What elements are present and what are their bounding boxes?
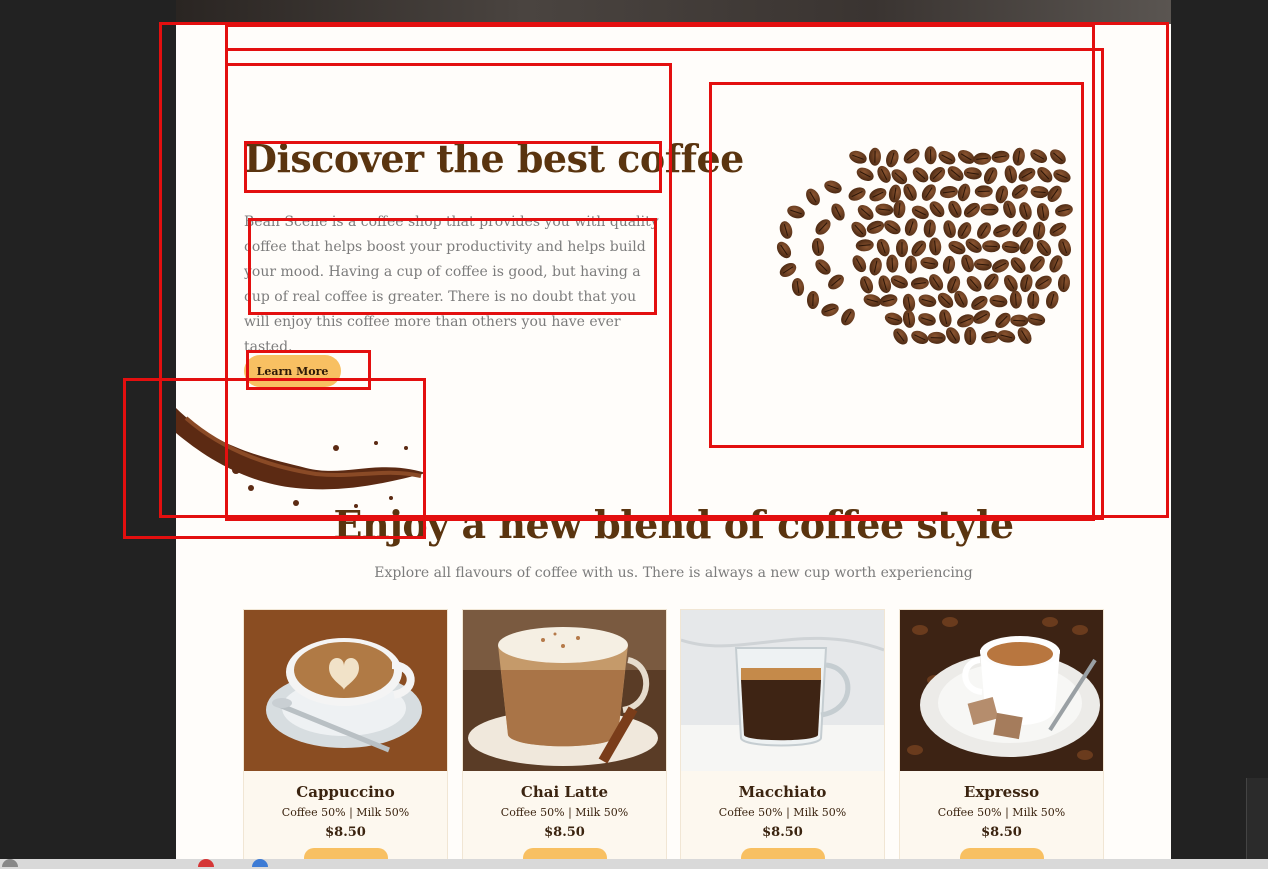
coffee-beans-cup-image <box>776 146 1073 346</box>
order-button[interactable] <box>522 848 607 859</box>
order-button[interactable] <box>303 848 388 859</box>
product-description: Coffee 50% | Milk 50% <box>718 806 847 819</box>
product-name: Macchiato <box>738 783 827 801</box>
product-description: Coffee 50% | Milk 50% <box>281 806 410 819</box>
side-widget-panel[interactable] <box>1246 778 1268 860</box>
coffee-splash-image <box>176 408 426 508</box>
cappuccino-image <box>244 610 447 771</box>
product-card[interactable]: Expresso Coffee 50% | Milk 50% $8.50 <box>899 609 1104 859</box>
background-photo-strip <box>176 0 1171 24</box>
product-price: $8.50 <box>325 825 366 840</box>
product-name: Cappuccino <box>296 783 395 801</box>
taskbar <box>0 859 1268 869</box>
expresso-image <box>900 610 1103 771</box>
product-card[interactable]: Macchiato Coffee 50% | Milk 50% $8.50 <box>680 609 885 859</box>
learn-more-button[interactable]: Learn More <box>244 355 341 387</box>
hero-description: Bean Scene is a coffee shop that provide… <box>244 214 659 355</box>
taskbar-app-icon[interactable] <box>2 859 18 867</box>
coffee-landing-page: Discover the best coffee Bean Scene is a… <box>176 24 1171 859</box>
macchiato-image <box>681 610 884 771</box>
hero-title: Discover the best coffee <box>244 136 744 181</box>
order-button[interactable] <box>959 848 1044 859</box>
product-price: $8.50 <box>762 825 803 840</box>
product-price: $8.50 <box>544 825 585 840</box>
section-subtitle: Explore all flavours of coffee with us. … <box>374 565 973 581</box>
product-description: Coffee 50% | Milk 50% <box>500 806 629 819</box>
product-name: Chai Latte <box>520 783 609 801</box>
product-description: Coffee 50% | Milk 50% <box>937 806 1066 819</box>
product-name: Expresso <box>963 783 1040 801</box>
taskbar-app-icon[interactable] <box>198 859 214 867</box>
chai-latte-image <box>463 610 666 771</box>
taskbar-app-icon[interactable] <box>252 859 268 867</box>
product-card[interactable]: Chai Latte Coffee 50% | Milk 50% $8.50 <box>462 609 667 859</box>
order-button[interactable] <box>740 848 825 859</box>
section-title: Enjoy a new blend of coffee style <box>333 502 1014 547</box>
product-price: $8.50 <box>981 825 1022 840</box>
product-card[interactable]: Cappuccino Coffee 50% | Milk 50% $8.50 <box>243 609 448 859</box>
